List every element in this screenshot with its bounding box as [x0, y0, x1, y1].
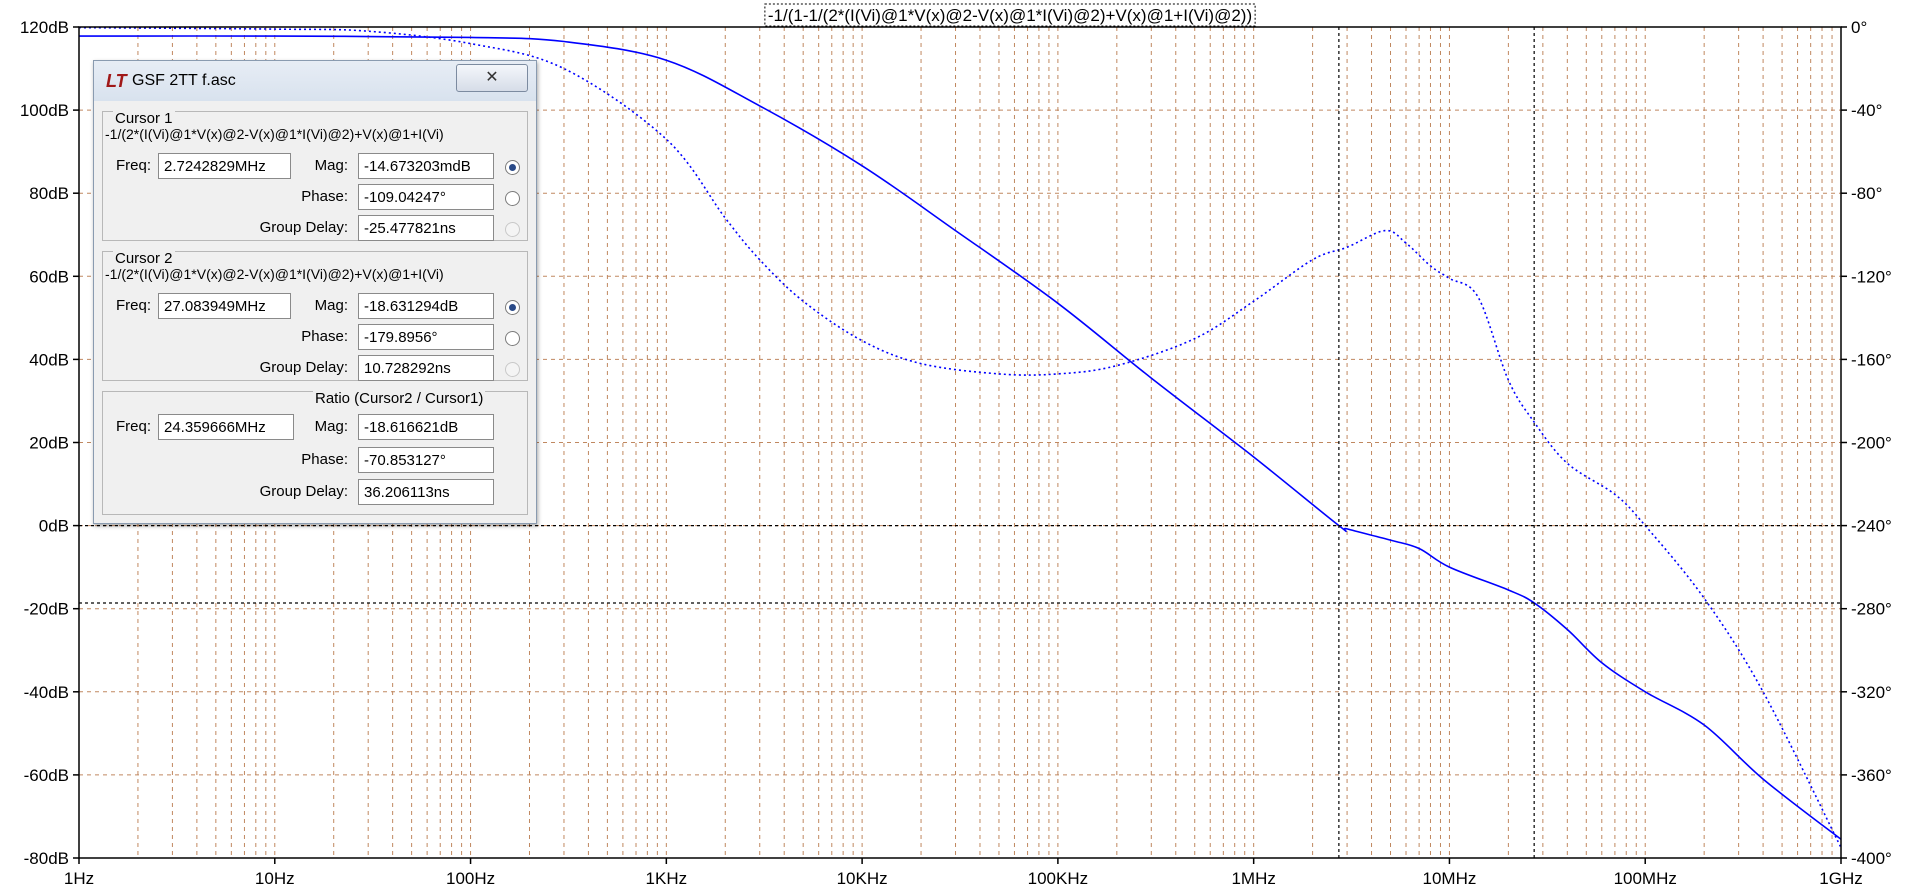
ratio-mag-field[interactable]: -18.616621dB: [358, 414, 494, 440]
cursor2-groupdelay-label: Group Delay:: [259, 359, 348, 376]
cursor2-mag-radio[interactable]: [505, 300, 520, 315]
y-right-tick-label: -280°: [1851, 600, 1892, 619]
cursor1-title: Cursor 1: [113, 110, 175, 127]
close-button[interactable]: ✕: [456, 64, 528, 92]
cursor2-phase-label: Phase:: [301, 328, 348, 345]
cursor2-title: Cursor 2: [113, 250, 175, 267]
y-left-tick-label: -60dB: [24, 766, 69, 785]
ratio-freq-field[interactable]: 24.359666MHz: [158, 414, 294, 440]
cursor1-phase-field[interactable]: -109.04247°: [358, 184, 494, 210]
cursor2-expression: -1/(2*(I(Vi)@1*V(x)@2-V(x)@1*I(Vi)@2)+V(…: [105, 266, 444, 282]
ratio-group: Ratio (Cursor2 / Cursor1) Freq: 24.35966…: [102, 390, 528, 515]
cursor2-freq-label: Freq:: [115, 297, 151, 314]
cursor1-freq-label: Freq:: [115, 157, 151, 174]
cursor1-mag-field[interactable]: -14.673203mdB: [358, 153, 494, 179]
y-left-tick-label: -80dB: [24, 849, 69, 868]
ratio-freq-label: Freq:: [115, 418, 151, 435]
ratio-mag-label: Mag:: [314, 418, 348, 435]
y-left-tick-label: 60dB: [29, 267, 69, 286]
y-right-tick-label: -160°: [1851, 350, 1892, 369]
y-right-tick-label: 0°: [1851, 18, 1867, 37]
y-right-tick-label: -240°: [1851, 517, 1892, 536]
cursor2-phase-radio[interactable]: [505, 331, 520, 346]
x-tick-label: 10MHz: [1423, 869, 1477, 888]
cursor2-phase-field[interactable]: -179.8956°: [358, 324, 494, 350]
x-tick-label: 1MHz: [1231, 869, 1275, 888]
y-right-tick-label: -320°: [1851, 683, 1892, 702]
cursor2-mag-label: Mag:: [314, 297, 348, 314]
cursor2-group: Cursor 2 -1/(2*(I(Vi)@1*V(x)@2-V(x)@1*I(…: [102, 250, 528, 381]
ratio-phase-label: Phase:: [301, 451, 348, 468]
cursor1-group: Cursor 1 -1/(2*(I(Vi)@1*V(x)@2-V(x)@1*I(…: [102, 110, 528, 241]
y-right-tick-label: -400°: [1851, 849, 1892, 868]
cursor1-groupdelay-field[interactable]: -25.477821ns: [358, 215, 494, 241]
y-left-tick-label: 80dB: [29, 184, 69, 203]
x-tick-label: 1GHz: [1819, 869, 1862, 888]
x-tick-label: 10KHz: [837, 869, 888, 888]
ratio-groupdelay-label: Group Delay:: [259, 483, 348, 500]
cursor1-phase-label: Phase:: [301, 188, 348, 205]
y-left-tick-label: 120dB: [20, 18, 69, 37]
cursor1-expression: -1/(2*(I(Vi)@1*V(x)@2-V(x)@1*I(Vi)@2)+V(…: [105, 126, 444, 142]
x-tick-label: 1Hz: [64, 869, 94, 888]
x-tick-label: 10Hz: [255, 869, 295, 888]
y-right-tick-label: -360°: [1851, 766, 1892, 785]
cursor2-freq-field[interactable]: 27.083949MHz: [158, 293, 291, 319]
cursor1-mag-radio[interactable]: [505, 160, 520, 175]
y-left-tick-label: 0dB: [39, 517, 69, 536]
dialog-titlebar[interactable]: LT GSF 2TT f.asc ✕: [94, 61, 536, 101]
y-right-tick-label: -120°: [1851, 267, 1892, 286]
y-left-tick-label: 40dB: [29, 350, 69, 369]
ratio-title: Ratio (Cursor2 / Cursor1): [313, 390, 486, 407]
x-tick-label: 100Hz: [446, 869, 495, 888]
y-left-tick-label: 20dB: [29, 434, 69, 453]
cursor1-mag-label: Mag:: [314, 157, 348, 174]
y-right-tick-label: -200°: [1851, 434, 1892, 453]
ratio-phase-field[interactable]: -70.853127°: [358, 447, 494, 473]
cursor1-phase-radio[interactable]: [505, 191, 520, 206]
y-left-tick-label: -20dB: [24, 600, 69, 619]
y-right-tick-label: -80°: [1851, 184, 1882, 203]
close-icon: ✕: [485, 69, 499, 86]
x-tick-label: 100KHz: [1028, 869, 1088, 888]
cursor1-groupdelay-label: Group Delay:: [259, 219, 348, 236]
chart-title[interactable]: -1/(1-1/(2*(I(Vi)@1*V(x)@2-V(x)@1*I(Vi)@…: [768, 6, 1252, 25]
cursor2-mag-field[interactable]: -18.631294dB: [358, 293, 494, 319]
cursor2-groupdelay-radio[interactable]: [505, 362, 520, 377]
y-left-tick-label: 100dB: [20, 101, 69, 120]
ratio-groupdelay-field[interactable]: 36.206113ns: [358, 479, 494, 505]
y-right-tick-label: -40°: [1851, 101, 1882, 120]
cursor1-groupdelay-radio[interactable]: [505, 222, 520, 237]
dialog-title: GSF 2TT f.asc: [132, 72, 236, 89]
cursor-dialog[interactable]: LT GSF 2TT f.asc ✕ Cursor 1 -1/(2*(I(Vi)…: [93, 60, 537, 524]
x-tick-label: 100MHz: [1614, 869, 1677, 888]
y-left-tick-label: -40dB: [24, 683, 69, 702]
ltspice-logo-icon: LT: [106, 71, 127, 91]
x-tick-label: 1KHz: [646, 869, 688, 888]
cursor2-groupdelay-field[interactable]: 10.728292ns: [358, 355, 494, 381]
cursor1-freq-field[interactable]: 2.7242829MHz: [158, 153, 291, 179]
